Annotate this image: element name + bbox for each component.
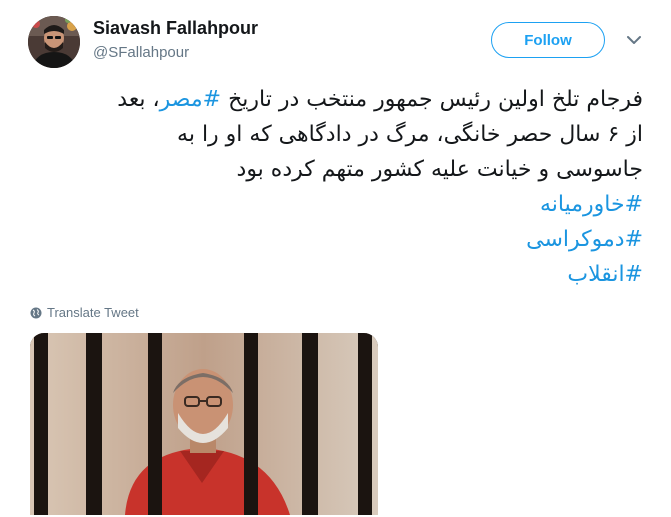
display-name[interactable]: Siavash Fallahpour — [93, 18, 258, 39]
translate-tweet-label: Translate Tweet — [47, 305, 139, 320]
avatar-image — [28, 16, 80, 68]
user-handle[interactable]: @SFallahpour — [93, 44, 189, 61]
tweet-line-1-start: فرجام تلخ اولین رئیس جمهور منتخب در تاری… — [221, 87, 643, 112]
tweet-line-1: فرجام تلخ اولین رئیس جمهور منتخب در تاری… — [23, 82, 643, 117]
tweet-line-1-end: ، بعد — [117, 87, 160, 112]
hashtag-link-middle-east[interactable]: #خاورمیانه — [23, 187, 643, 222]
globe-icon — [30, 307, 42, 319]
tweet-image[interactable] — [30, 333, 378, 515]
follow-button[interactable]: Follow — [491, 22, 605, 58]
tweet-text: فرجام تلخ اولین رئیس جمهور منتخب در تاری… — [23, 82, 643, 292]
chevron-down-icon[interactable] — [624, 30, 644, 50]
avatar[interactable] — [28, 16, 80, 68]
translate-tweet-link[interactable]: Translate Tweet — [30, 305, 139, 320]
tweet-line-2: از ۶ سال حصر خانگی، مرگ در دادگاهی که او… — [177, 122, 643, 147]
hashtag-link-revolution[interactable]: #انقلاب — [23, 257, 643, 292]
hashtag-link-egypt[interactable]: #مصر — [160, 87, 221, 112]
tweet-line-3: جاسوسی و خیانت علیه کشور متهم کرده بود — [236, 157, 643, 182]
hashtag-link-democracy[interactable]: #دموکراسی — [23, 222, 643, 257]
